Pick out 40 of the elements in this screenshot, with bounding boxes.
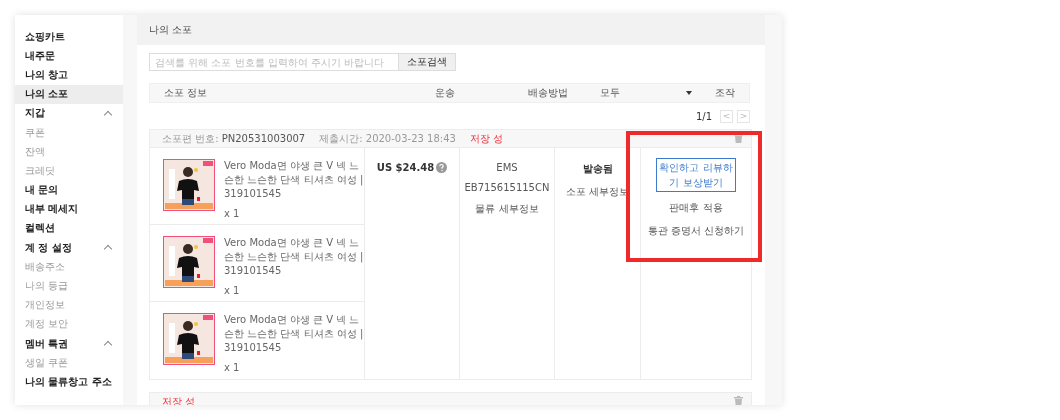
sidebar-item[interactable]: 나의 창고 (15, 65, 123, 85)
product-quantity: x 1 (224, 207, 241, 221)
sidebar-item[interactable]: 내 문의 (15, 180, 123, 200)
column-header: 소포 정보 (163, 86, 208, 100)
search-button[interactable]: 소포검색 (399, 53, 456, 71)
filter-dropdown[interactable]: 모두 (600, 86, 700, 100)
sidebar-item[interactable]: 지갑 (15, 103, 123, 123)
action-link[interactable]: 판매후 적용 (669, 201, 723, 215)
tracking-number: EB715615115CN (464, 182, 550, 193)
action-link[interactable]: 통관 증명서 신청하기 (647, 224, 745, 238)
trash-icon[interactable] (734, 133, 743, 143)
shipping-method: EMS (496, 162, 518, 173)
sidebar-item[interactable]: 나의 물류창고 주소 (15, 372, 123, 392)
sidebar-item[interactable]: 내주문 (15, 46, 123, 66)
product-title[interactable]: Vero Moda면 야생 큰 V 넥 느슨한 느슨한 단색 티셔츠 여성 | 319101545 (224, 236, 369, 278)
column-header: 조작 (714, 86, 735, 100)
column-header: 배송방법 (527, 86, 568, 100)
product-quantity: x 1 (224, 284, 241, 298)
sidebar-item[interactable]: 컬렉션 (15, 218, 123, 239)
review-link[interactable]: 확인하고 리뷰하기 보상받기 (656, 158, 736, 192)
sidebar-item[interactable]: 멤버 특권 (15, 334, 123, 354)
parcel-status: 저장 성 (469, 131, 504, 146)
search-field[interactable]: 검색를 위해 소포 번호를 입력하여 주시기 바랍니다 (149, 53, 399, 71)
sidebar-item[interactable]: 계 정 설정 (15, 238, 123, 258)
page-title: 나의 소포 (137, 15, 765, 45)
trash-icon[interactable] (734, 396, 743, 405)
logistics-details-link[interactable]: 물류 세부정보 (475, 202, 539, 216)
shipment-state: 발송됨 (582, 162, 613, 176)
help-icon[interactable] (436, 162, 448, 173)
submit-time: 제출시간: 2020-03-23 18:43 (319, 131, 456, 146)
product-title[interactable]: Vero Moda면 야생 큰 V 넥 느슨한 느슨한 단색 티셔츠 여성 | 319101545 (224, 159, 369, 201)
sidebar-item[interactable]: 쇼핑카트 (15, 27, 123, 47)
product-title[interactable]: Vero Moda면 야생 큰 V 넥 느슨한 느슨한 단색 티셔츠 여성 | 319101545 (224, 313, 369, 355)
sidebar-item[interactable]: 내부 메세지 (15, 199, 123, 219)
parcel-number: 소포편 번호: PN20531003007 (162, 131, 306, 146)
order-price: US $24.48 (376, 162, 435, 173)
product-quantity: x 1 (224, 361, 241, 375)
column-header: 운송 (435, 86, 455, 100)
page-indicator: 1/1 (695, 110, 712, 122)
sidebar-item[interactable]: 나의 소포 (15, 84, 123, 104)
